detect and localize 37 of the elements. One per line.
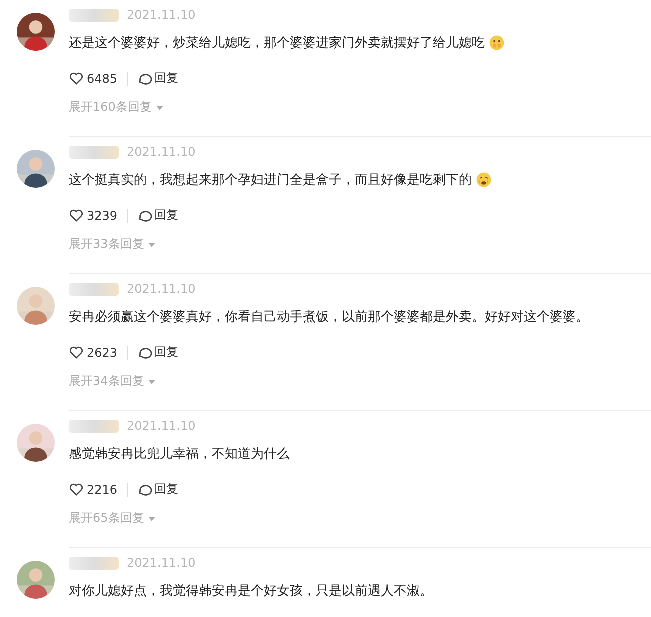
caret-icon — [156, 104, 164, 112]
heart-icon — [69, 71, 84, 86]
speech-bubble-icon — [136, 208, 152, 223]
reply-button[interactable]: 回复 — [136, 344, 179, 361]
comment-date: 2021.11.10 — [127, 145, 196, 159]
emoji-icon — [489, 35, 505, 51]
caret-icon — [148, 514, 156, 522]
heart-icon — [69, 208, 84, 223]
like-button[interactable]: 2623 — [69, 345, 118, 360]
blurred-username — [69, 146, 119, 158]
like-button[interactable]: 2216 — [69, 482, 118, 497]
caret-icon — [148, 378, 156, 386]
blurred-username — [69, 8, 119, 22]
heart-icon — [69, 482, 84, 497]
blurred-username — [69, 282, 119, 296]
heart-icon — [69, 345, 84, 360]
comment-date: 2021.11.10 — [127, 419, 196, 433]
blurred-username — [69, 556, 119, 570]
comment-text: 这个挺真实的，我想起来那个孕妇进门全是盒子，而且好像是吃剩下的 — [69, 172, 472, 189]
reply-button[interactable]: 回复 — [136, 70, 179, 87]
like-button[interactable]: 3239 — [69, 208, 118, 223]
crying-emoji-icon — [476, 172, 492, 188]
comment-text: 安冉必须赢这个婆婆真好，你看自己动手煮饭，以前那个婆婆都是外卖。好好对这个婆婆。 — [69, 309, 589, 326]
comment-text: 对你儿媳好点，我觉得韩安冉是个好女孩，只是以前遇人不淑。 — [69, 583, 433, 600]
speech-bubble-icon — [136, 345, 152, 360]
blurred-username — [69, 420, 119, 432]
comment-text: 还是这个婆婆好，炒菜给儿媳吃，那个婆婆进家门外卖就摆好了给儿媳吃 — [69, 35, 485, 52]
reply-button[interactable]: 回复 — [136, 207, 179, 224]
like-button[interactable]: 6485 — [69, 71, 118, 86]
comment-text: 感觉韩安冉比兜儿幸福，不知道为什么 — [69, 446, 290, 463]
comment-date: 2021.11.10 — [127, 282, 196, 296]
speech-bubble-icon — [136, 71, 152, 86]
comment-date: 2021.11.10 — [127, 556, 196, 570]
reply-button[interactable]: 回复 — [136, 481, 179, 498]
comment-date: 2021.11.10 — [127, 8, 196, 22]
caret-icon — [148, 240, 156, 248]
speech-bubble-icon — [136, 482, 152, 497]
